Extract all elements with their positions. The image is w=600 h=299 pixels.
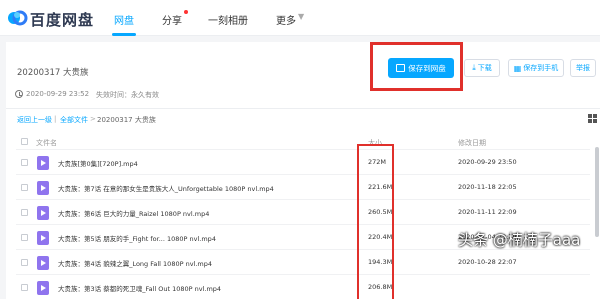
row-checkbox[interactable]: [21, 284, 28, 291]
download-icon: ⤓: [472, 63, 476, 72]
video-file-icon: [37, 256, 49, 270]
file-date: 2020-11-11 22:09: [458, 208, 517, 216]
row-divider: [16, 224, 590, 225]
report-button[interactable]: 举报: [570, 59, 596, 77]
breadcrumb-separator: |: [54, 115, 57, 123]
nav-item-album[interactable]: 一刻相册: [208, 12, 248, 27]
report-label: 举报: [576, 64, 590, 72]
expiry-text: 失效时间：永久有效: [96, 91, 159, 99]
video-file-icon: [37, 156, 49, 170]
download-button[interactable]: ⤓ 下载: [464, 59, 500, 77]
video-file-icon: [37, 181, 49, 195]
folder-title: 20200317 大贵族: [17, 68, 89, 78]
row-checkbox[interactable]: [21, 259, 28, 266]
video-file-icon: [37, 206, 49, 220]
column-header-name[interactable]: 文件名: [36, 138, 57, 148]
grid-view-icon[interactable]: [588, 114, 597, 123]
nav-item-share[interactable]: 分享: [162, 12, 182, 27]
share-panel: 20200317 大贵族 2020-09-29 23:52 失效时间：永久有效 …: [6, 42, 600, 299]
baidu-logo-icon[interactable]: [6, 7, 28, 29]
file-name[interactable]: 大贵族[第0集][720P].mp4: [58, 158, 138, 168]
brand-name[interactable]: 百度网盘: [30, 9, 94, 30]
breadcrumb-back[interactable]: 返回上一级: [17, 115, 52, 125]
video-file-icon: [37, 281, 49, 295]
save-to-phone-button[interactable]: ▦ 保存到手机: [508, 59, 564, 77]
video-file-icon: [37, 231, 49, 245]
chevron-down-icon[interactable]: ▼: [298, 12, 304, 21]
nav-item-more[interactable]: 更多: [276, 12, 296, 27]
row-divider: [16, 199, 590, 200]
nav-item-netdisk[interactable]: 网盘: [114, 12, 134, 27]
phone-icon: ▦: [513, 63, 522, 73]
column-header-date[interactable]: 修改日期: [458, 138, 486, 148]
top-bar: 百度网盘 网盘 分享 一刻相册 更多 ▼: [0, 0, 600, 36]
created-time: 2020-09-29 23:52: [26, 90, 90, 98]
file-name[interactable]: 大贵族：第7话 在意的那女生是贵族大人_Unforgettable 1080P …: [58, 183, 274, 193]
row-checkbox[interactable]: [21, 234, 28, 241]
row-checkbox[interactable]: [21, 159, 28, 166]
divider: [6, 108, 600, 109]
row-divider: [16, 274, 590, 275]
file-name[interactable]: 大贵族：第6话 巨大的力量_Raizel 1080P nvl.mp4: [58, 208, 209, 218]
nav-active-indicator: [112, 33, 136, 36]
row-checkbox[interactable]: [21, 184, 28, 191]
file-date: 2020-10-28 22:07: [458, 258, 517, 266]
select-all-checkbox[interactable]: [21, 138, 28, 145]
size-column-highlight: [357, 144, 394, 299]
row-divider: [16, 149, 590, 150]
breadcrumb-arrow: >: [90, 115, 96, 123]
file-date: 2020-09-29 23:50: [458, 158, 517, 166]
row-checkbox[interactable]: [21, 209, 28, 216]
file-name[interactable]: 大贵族：第4话 貌辣之翼_Long Fall 1080P nvl.mp4: [58, 258, 212, 268]
row-divider: [16, 174, 590, 175]
download-label: 下载: [477, 64, 492, 72]
file-name[interactable]: 大贵族：第3话 蔡都的死卫魂_Fall Out 1080P nvl.mp4: [58, 283, 221, 293]
breadcrumb-all-files[interactable]: 全部文件: [60, 115, 88, 125]
clock-icon: [15, 90, 23, 98]
scrollbar[interactable]: [595, 147, 599, 237]
file-name[interactable]: 大贵族：第5话 朋友的手_Fight for... 1080P nvl.mp4: [58, 233, 216, 243]
breadcrumb-current: 20200317 大贵族: [97, 116, 156, 124]
notification-dot: [184, 10, 188, 14]
save-to-phone-label: 保存到手机: [523, 64, 559, 72]
file-date: 2020-11-18 22:05: [458, 183, 517, 191]
save-button-highlight: [370, 42, 463, 91]
watermark: 头条 @楠楠子aaa: [458, 231, 581, 249]
